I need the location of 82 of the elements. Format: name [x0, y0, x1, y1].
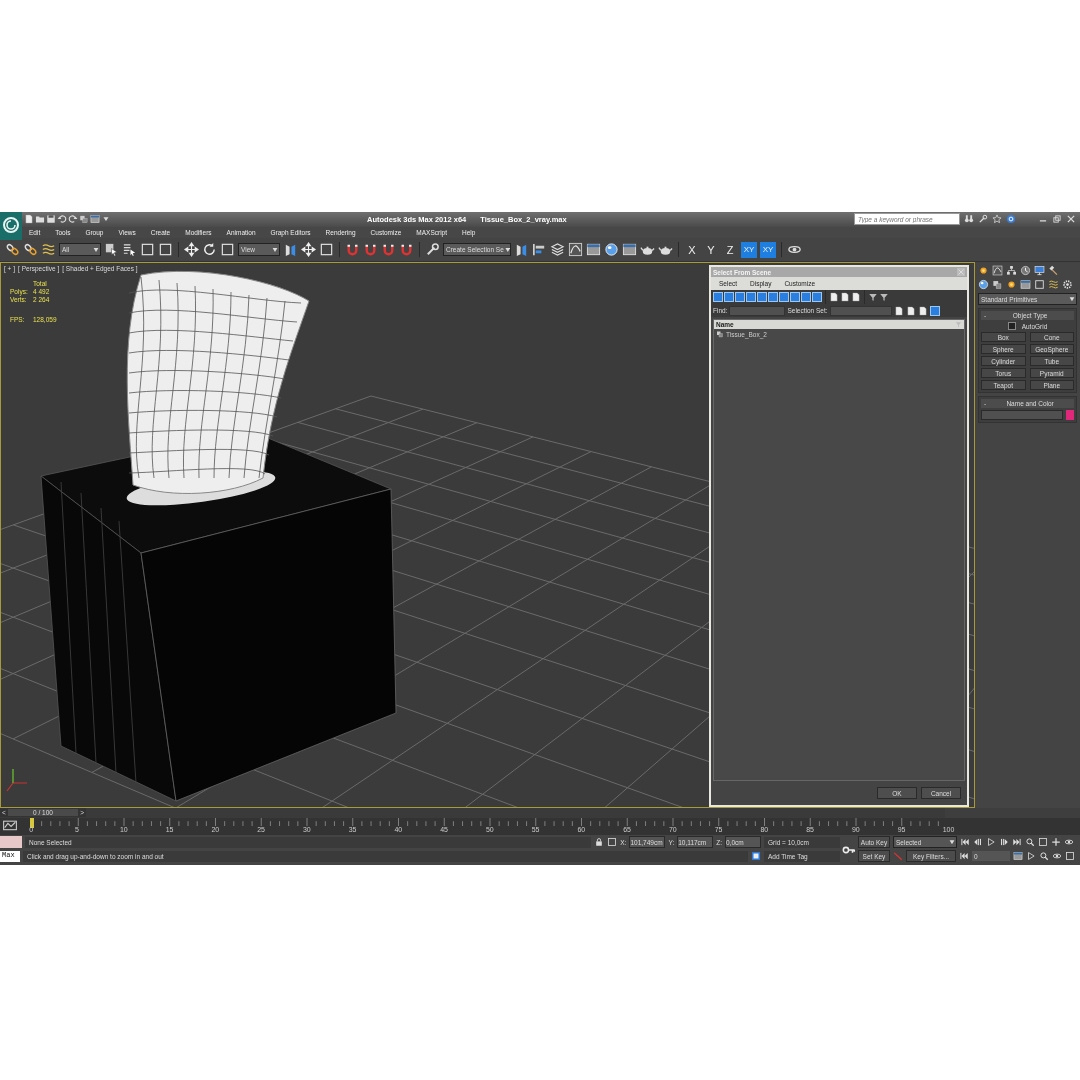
- object-icon: [716, 330, 724, 338]
- list-icon[interactable]: [122, 242, 137, 258]
- window-icon[interactable]: [1020, 279, 1031, 290]
- hierarchy-icon[interactable]: [1006, 265, 1017, 276]
- binoculars-icon[interactable]: [964, 214, 974, 225]
- play-icon[interactable]: [986, 837, 996, 847]
- undo-icon[interactable]: [57, 214, 67, 225]
- object-icon[interactable]: [992, 279, 1003, 290]
- object-name-field[interactable]: [981, 410, 1063, 420]
- orbit-icon[interactable]: [1064, 837, 1074, 847]
- mirror-icon[interactable]: [283, 242, 298, 258]
- window-icon[interactable]: [622, 242, 637, 258]
- help-icon[interactable]: [1006, 214, 1016, 225]
- object-icon[interactable]: [79, 214, 89, 225]
- first-icon[interactable]: [960, 837, 970, 847]
- funnel-icon: [955, 321, 962, 328]
- axis-constraint-button[interactable]: XY: [760, 241, 776, 258]
- square-icon[interactable]: [158, 242, 173, 258]
- link-icon[interactable]: [23, 242, 38, 258]
- hammer-icon[interactable]: [1048, 265, 1059, 276]
- magnet-icon[interactable]: [345, 242, 360, 258]
- first-icon[interactable]: [959, 851, 969, 861]
- last-icon[interactable]: [1012, 837, 1022, 847]
- sphere-icon[interactable]: [604, 242, 619, 258]
- axis-constraint-button[interactable]: Y: [703, 241, 719, 258]
- page-icon[interactable]: [24, 214, 34, 225]
- axis-constraint-button[interactable]: X: [684, 241, 700, 258]
- play-icon[interactable]: [1026, 851, 1036, 861]
- clock-icon[interactable]: [1020, 265, 1031, 276]
- redo-icon[interactable]: [68, 214, 78, 225]
- rotate-icon[interactable]: [202, 242, 217, 258]
- monitor-icon[interactable]: [1034, 265, 1045, 276]
- orbit-icon[interactable]: [1052, 851, 1062, 861]
- find-field[interactable]: [729, 305, 786, 316]
- square-icon[interactable]: [1034, 279, 1045, 290]
- listener-color-swatch[interactable]: [0, 836, 22, 848]
- save-icon[interactable]: [46, 214, 56, 225]
- app-logo-icon[interactable]: [0, 212, 22, 240]
- curve-icon[interactable]: [568, 242, 583, 258]
- align-icon[interactable]: [532, 242, 547, 258]
- sphere-icon[interactable]: [978, 279, 989, 290]
- magnet-icon[interactable]: [381, 242, 396, 258]
- options-button[interactable]: [929, 305, 940, 316]
- move-icon[interactable]: [184, 242, 199, 258]
- star-icon[interactable]: [992, 214, 1002, 225]
- tag-icon[interactable]: [751, 851, 761, 861]
- next-icon[interactable]: [999, 837, 1009, 847]
- link-icon[interactable]: [5, 242, 20, 258]
- cursor-icon[interactable]: [104, 242, 119, 258]
- prev-icon[interactable]: [973, 837, 983, 847]
- wave-icon[interactable]: [1048, 279, 1059, 290]
- magnet-icon[interactable]: [399, 242, 414, 258]
- square-icon[interactable]: [1038, 837, 1048, 847]
- axis-constraint-button[interactable]: Z: [722, 241, 738, 258]
- axis-constraint-button[interactable]: XY: [741, 241, 757, 258]
- mirror-icon[interactable]: [514, 242, 529, 258]
- window-icon[interactable]: [90, 214, 100, 225]
- restore-icon[interactable]: [1052, 214, 1062, 225]
- wave-icon[interactable]: [41, 242, 56, 258]
- window-icon[interactable]: [586, 242, 601, 258]
- object-color-swatch[interactable]: [1066, 410, 1074, 420]
- magnet-icon[interactable]: [363, 242, 378, 258]
- zoom-icon[interactable]: [1039, 851, 1049, 861]
- square-icon[interactable]: [220, 242, 235, 258]
- square-icon[interactable]: [1065, 851, 1075, 861]
- square-icon[interactable]: [319, 242, 334, 258]
- light-icon[interactable]: [978, 265, 989, 276]
- pan-icon[interactable]: [1051, 837, 1061, 847]
- gear-icon[interactable]: [1062, 279, 1073, 290]
- zoom-icon[interactable]: [1025, 837, 1035, 847]
- square-icon[interactable]: [607, 837, 618, 847]
- square-icon[interactable]: [140, 242, 155, 258]
- folder-icon[interactable]: [35, 214, 45, 225]
- axis-tripod-icon: [6, 768, 28, 792]
- close-icon[interactable]: [1066, 214, 1076, 225]
- lock-icon[interactable]: [594, 837, 605, 847]
- light-icon[interactable]: [1006, 279, 1017, 290]
- window-icon[interactable]: [1013, 851, 1023, 861]
- curve-icon[interactable]: [992, 265, 1003, 276]
- frame-marker[interactable]: [30, 818, 34, 828]
- move-icon[interactable]: [301, 242, 316, 258]
- layers-icon[interactable]: [550, 242, 565, 258]
